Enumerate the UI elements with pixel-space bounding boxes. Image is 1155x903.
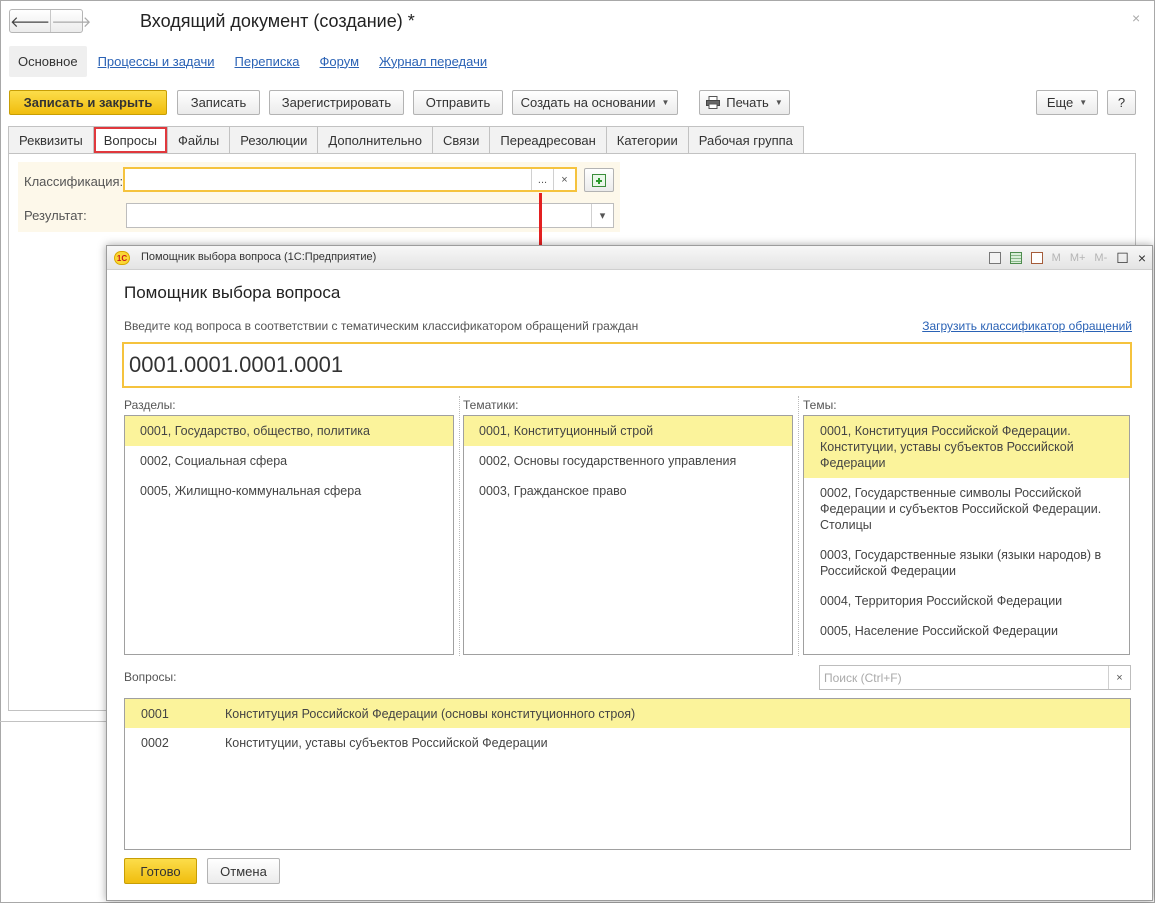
list-item[interactable]: 0004, Территория Российской Федерации <box>804 586 1129 616</box>
section-main[interactable]: Основное <box>9 45 87 77</box>
list-item[interactable]: 0002, Социальная сфера <box>125 446 453 476</box>
list-item[interactable]: 0005, Население Российской Федерации <box>804 616 1129 646</box>
column-separator <box>459 396 460 656</box>
more-button[interactable]: Еще ▼ <box>1036 90 1098 115</box>
result-dropdown-button[interactable]: ▾ <box>591 204 613 227</box>
list-item[interactable]: 0006, Права, свободы и обязанности челов… <box>804 646 1129 654</box>
list-item[interactable]: 0002, Основы государственного управления <box>464 446 792 476</box>
list-item[interactable]: 0001, Конституционный строй <box>464 416 792 446</box>
tab-requisites[interactable]: Реквизиты <box>8 126 94 154</box>
print-button[interactable]: Печать ▼ <box>699 90 790 115</box>
dialog-heading: Помощник выбора вопроса <box>124 283 341 302</box>
1c-logo-icon: 1С <box>114 251 130 265</box>
search-clear-button[interactable]: × <box>1108 666 1130 689</box>
arrow-right-icon: 🡒 <box>51 13 92 31</box>
load-classifier-link[interactable]: Загрузить классификатор обращений <box>922 319 1132 333</box>
question-code: 0001 <box>141 706 169 721</box>
section-transfer-log[interactable]: Журнал передачи <box>379 54 487 69</box>
dialog-instruction: Введите код вопроса в соответствии с тем… <box>124 319 639 333</box>
table-row[interactable]: 0001 Конституция Российской Федерации (о… <box>125 699 1130 728</box>
tab-categories[interactable]: Категории <box>605 126 689 154</box>
question-text: Конституция Российской Федерации (основы… <box>225 706 636 721</box>
separator-line <box>0 721 108 722</box>
help-button[interactable]: ? <box>1107 90 1136 115</box>
maximize-icon[interactable]: ☐ <box>1116 250 1129 267</box>
section-links: Основное Процессы и задачи Переписка Фор… <box>9 45 507 77</box>
close-icon: × <box>1116 671 1123 684</box>
tab-redirected[interactable]: Переадресован <box>489 126 607 154</box>
tab-files[interactable]: Файлы <box>166 126 231 154</box>
save-and-close-button[interactable]: Записать и закрыть <box>9 90 167 115</box>
thematics-list: 0001, Конституционный строй 0002, Основы… <box>463 415 793 655</box>
arrow-left-icon: 🡐 <box>10 13 51 31</box>
classification-label: Классификация: <box>24 174 124 189</box>
search-placeholder: Поиск (Ctrl+F) <box>824 671 902 685</box>
question-text: Конституции, уставы субъектов Российской… <box>225 735 548 750</box>
chevron-down-icon: ▼ <box>1079 98 1088 107</box>
list-item[interactable]: 0002, Государственные символы Российской… <box>804 478 1129 540</box>
window-title: Входящий документ (создание) * <box>140 11 415 31</box>
chevron-down-icon: ▼ <box>774 98 783 107</box>
question-code: 0002 <box>141 735 169 750</box>
back-button[interactable]: 🡐 <box>10 10 50 32</box>
sections-list: 0001, Государство, общество, политика 00… <box>124 415 454 655</box>
tab-links[interactable]: Связи <box>431 126 491 154</box>
questions-table: 0001 Конституция Российской Федерации (о… <box>124 698 1131 850</box>
forward-button[interactable]: 🡒 <box>50 10 91 32</box>
register-button[interactable]: Зарегистрировать <box>269 90 404 115</box>
column-separator <box>798 396 799 656</box>
topics-list: 0001, Конституция Российской Федерации. … <box>803 415 1130 655</box>
chevron-down-icon: ▼ <box>661 98 670 107</box>
navigation-group: 🡐 🡒 <box>9 9 91 33</box>
section-forum[interactable]: Форум <box>320 54 360 69</box>
sections-label: Разделы: <box>124 398 176 412</box>
add-icon <box>592 173 606 187</box>
save-button[interactable]: Записать <box>177 90 260 115</box>
print-preview-icon[interactable] <box>988 252 1001 264</box>
done-button[interactable]: Готово <box>124 858 197 884</box>
printer-icon <box>706 96 721 109</box>
calendar-icon[interactable] <box>1030 252 1043 264</box>
memory-minus-icon[interactable]: M- <box>1094 252 1107 264</box>
questions-label: Вопросы: <box>124 670 177 684</box>
dialog-toolbar-icons: M M+ M- ☐ × <box>980 249 1146 267</box>
question-helper-dialog: 1С Помощник выбора вопроса (1С:Предприят… <box>106 245 1153 901</box>
tab-questions[interactable]: Вопросы <box>92 126 168 154</box>
section-processes[interactable]: Процессы и задачи <box>98 54 215 69</box>
list-item[interactable]: 0003, Гражданское право <box>464 476 792 506</box>
tab-strip: Реквизиты Вопросы Файлы Резолюции Дополн… <box>8 126 804 154</box>
dialog-titlebar: 1С Помощник выбора вопроса (1С:Предприят… <box>107 246 1152 270</box>
select-button[interactable]: ... <box>531 169 553 190</box>
question-code-input[interactable]: 0001.0001.0001.0001 <box>122 342 1132 388</box>
list-item[interactable]: 0001, Государство, общество, политика <box>125 416 453 446</box>
table-row[interactable]: 0002 Конституции, уставы субъектов Росси… <box>125 728 1130 757</box>
calculator-icon[interactable] <box>1009 252 1022 264</box>
window-close-button[interactable]: × <box>1132 10 1140 26</box>
result-label: Результат: <box>24 208 87 223</box>
clear-button[interactable]: × <box>553 169 575 190</box>
send-button[interactable]: Отправить <box>413 90 503 115</box>
tab-resolutions[interactable]: Резолюции <box>229 126 319 154</box>
classification-field[interactable]: ... × <box>123 167 577 192</box>
list-item[interactable]: 0005, Жилищно-коммунальная сфера <box>125 476 453 506</box>
add-classification-button[interactable] <box>584 168 614 192</box>
chevron-down-icon: ▾ <box>599 210 606 222</box>
tab-workgroup[interactable]: Рабочая группа <box>687 126 804 154</box>
memory-plus-icon[interactable]: M+ <box>1070 252 1086 264</box>
tab-additional[interactable]: Дополнительно <box>317 126 433 154</box>
search-input[interactable]: Поиск (Ctrl+F) × <box>819 665 1131 690</box>
section-correspondence[interactable]: Переписка <box>235 54 300 69</box>
memory-m-icon[interactable]: M <box>1052 252 1061 264</box>
topics-label: Темы: <box>803 398 837 412</box>
create-based-on-button[interactable]: Создать на основании ▼ <box>512 90 678 115</box>
thematics-label: Тематики: <box>463 398 519 412</box>
list-item[interactable]: 0003, Государственные языки (языки народ… <box>804 540 1129 586</box>
dialog-title: Помощник выбора вопроса (1С:Предприятие) <box>141 251 377 263</box>
list-item[interactable]: 0001, Конституция Российской Федерации. … <box>804 416 1129 478</box>
close-icon[interactable]: × <box>1138 250 1146 266</box>
cancel-button[interactable]: Отмена <box>207 858 280 884</box>
